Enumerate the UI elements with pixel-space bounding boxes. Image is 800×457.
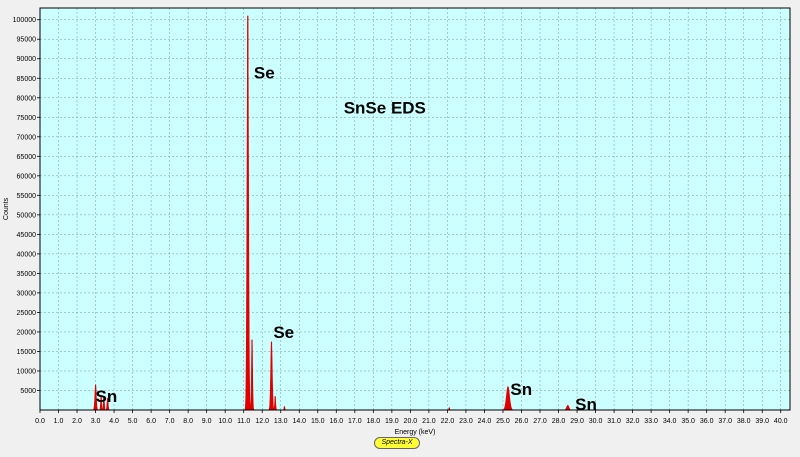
x-tick-label: 28.0 (552, 418, 566, 425)
x-tick-label: 3.0 (91, 418, 101, 425)
peak-annotation: Sn (96, 387, 118, 406)
x-tick-label: 25.0 (496, 418, 510, 425)
y-tick-label: 5000 (20, 388, 36, 395)
peak-annotation: SnSe EDS (344, 98, 426, 117)
x-tick-label: 39.0 (755, 418, 769, 425)
y-tick-label: 95000 (17, 37, 37, 44)
x-tick-label: 12.0 (255, 418, 269, 425)
plot-area (40, 8, 790, 410)
y-axis-title: Counts (3, 197, 10, 220)
x-tick-label: 34.0 (663, 418, 677, 425)
peak-annotation: Se (254, 63, 275, 82)
x-tick-label: 26.0 (515, 418, 529, 425)
x-tick-label: 4.0 (109, 418, 119, 425)
x-tick-label: 6.0 (146, 418, 156, 425)
x-tick-label: 31.0 (607, 418, 621, 425)
x-tick-label: 33.0 (644, 418, 658, 425)
x-tick-label: 2.0 (72, 418, 82, 425)
y-tick-label: 50000 (17, 212, 37, 219)
y-tick-label: 90000 (17, 56, 37, 63)
x-tick-label: 27.0 (533, 418, 547, 425)
x-tick-label: 30.0 (589, 418, 603, 425)
x-tick-label: 15.0 (311, 418, 325, 425)
y-tick-label: 20000 (17, 329, 37, 336)
y-axis: 5000 10000 15000 20000 25000 30000 35000 40000 4… (13, 17, 40, 395)
x-tick-label: 40.0 (774, 418, 788, 425)
x-tick-label: 38.0 (737, 418, 751, 425)
x-tick-label: 14.0 (292, 418, 306, 425)
y-tick-label: 40000 (17, 251, 37, 258)
x-tick-label: 20.0 (404, 418, 418, 425)
y-tick-label: 80000 (17, 95, 37, 102)
x-tick-label: 36.0 (700, 418, 714, 425)
x-tick-label: 21.0 (422, 418, 436, 425)
chart-canvas: 0.0 1.0 2.0 3.0 4.0 5.0 6.0 7.0 8.0 9.0 10.0 11.0 12… (3, 7, 791, 436)
y-tick-label: 75000 (17, 115, 37, 122)
x-tick-label: 9.0 (202, 418, 212, 425)
y-tick-label: 85000 (17, 76, 37, 83)
y-tick-label: 25000 (17, 310, 37, 317)
eds-spectrum-chart: 0.0 1.0 2.0 3.0 4.0 5.0 6.0 7.0 8.0 9.0 10.0 11.0 12… (0, 0, 800, 452)
y-tick-label: 70000 (17, 134, 37, 141)
peak-annotation: Sn (510, 380, 532, 399)
y-tick-label: 100000 (13, 17, 36, 24)
x-tick-label: 35.0 (681, 418, 695, 425)
x-tick-label: 32.0 (626, 418, 640, 425)
x-tick-label: 37.0 (718, 418, 732, 425)
x-tick-label: 16.0 (329, 418, 343, 425)
x-tick-label: 13.0 (274, 418, 288, 425)
y-tick-label: 30000 (17, 290, 37, 297)
x-tick-label: 8.0 (183, 418, 193, 425)
peak-annotation: Sn (575, 395, 597, 414)
x-tick-label: 23.0 (459, 418, 473, 425)
x-tick-label: 0.0 (35, 418, 45, 425)
y-tick-label: 55000 (17, 193, 37, 200)
x-axis: 0.0 1.0 2.0 3.0 4.0 5.0 6.0 7.0 8.0 9.0 10.0 11.0 12… (35, 410, 788, 425)
x-tick-label: 5.0 (128, 418, 138, 425)
y-tick-label: 65000 (17, 154, 37, 161)
y-tick-label: 35000 (17, 271, 37, 278)
x-tick-label: 1.0 (54, 418, 64, 425)
x-axis-title: Energy (keV) (395, 429, 436, 436)
x-tick-label: 19.0 (385, 418, 399, 425)
x-tick-label: 18.0 (367, 418, 381, 425)
x-tick-label: 10.0 (218, 418, 232, 425)
x-tick-label: 11.0 (237, 418, 250, 425)
y-tick-label: 45000 (17, 232, 37, 239)
x-tick-label: 29.0 (570, 418, 584, 425)
peak-annotation: Se (273, 323, 294, 342)
y-tick-label: 10000 (17, 368, 37, 375)
y-tick-label: 60000 (17, 173, 37, 180)
x-tick-label: 7.0 (165, 418, 175, 425)
spectra-x-logo: Spectra-X (374, 437, 420, 449)
x-tick-label: 17.0 (348, 418, 362, 425)
y-tick-label: 15000 (17, 349, 37, 356)
x-tick-label: 24.0 (478, 418, 492, 425)
x-tick-label: 22.0 (441, 418, 455, 425)
